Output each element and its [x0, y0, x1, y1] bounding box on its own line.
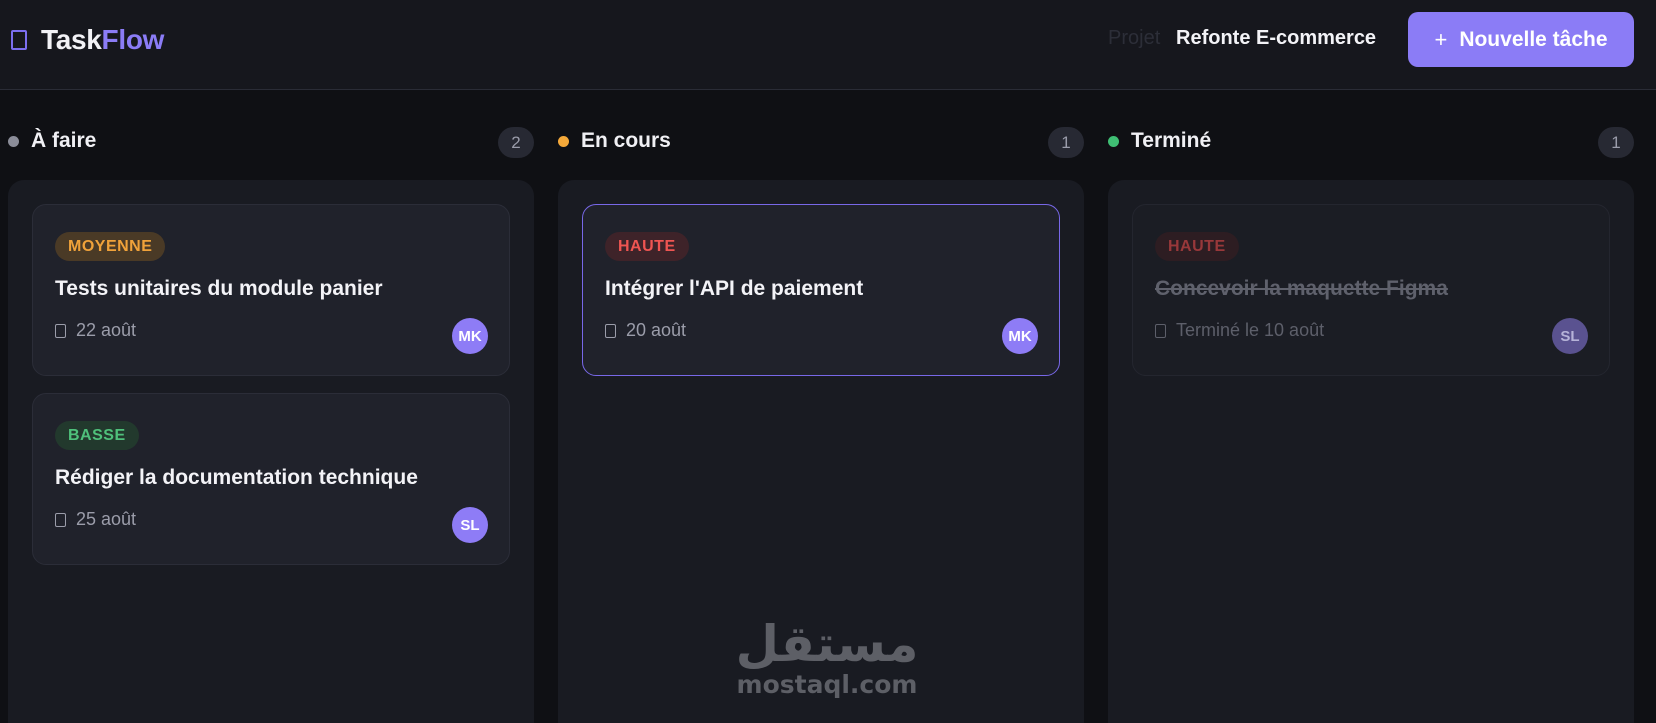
- column-count-badge: 1: [1598, 127, 1634, 158]
- watermark-arabic: مستقل: [735, 615, 919, 673]
- new-task-button[interactable]: + Nouvelle tâche: [1408, 12, 1634, 67]
- column-header: En cours 1: [558, 120, 1084, 160]
- priority-badge: HAUTE: [605, 232, 689, 261]
- due-date-text: 25 août: [76, 509, 137, 529]
- completed-date-text: Terminé le 10 août: [1176, 320, 1325, 340]
- column-title: À faire: [31, 129, 97, 152]
- column-count-badge: 1: [1048, 127, 1084, 158]
- due-date: 25 août: [55, 509, 136, 530]
- status-dot: [558, 136, 569, 147]
- logo-text: TaskFlow: [41, 24, 164, 56]
- task-card[interactable]: HAUTE Intégrer l'API de paiement 20 août…: [582, 204, 1060, 376]
- avatar[interactable]: SL: [1552, 318, 1588, 354]
- project-label: Projet: [1108, 27, 1161, 49]
- due-date: Terminé le 10 août: [1155, 320, 1324, 341]
- column-header: Terminé 1: [1108, 120, 1634, 160]
- due-date: 22 août: [55, 320, 136, 341]
- priority-badge: BASSE: [55, 421, 139, 450]
- priority-badge: HAUTE: [1155, 232, 1239, 261]
- column-header: À faire 2: [8, 120, 534, 160]
- calendar-icon: [55, 323, 66, 338]
- project-selector[interactable]: Refonte E-commerce: [1176, 27, 1376, 50]
- due-date: 20 août: [605, 320, 686, 341]
- column-done: Terminé 1 HAUTE Concevoir la maquette Fi…: [1108, 120, 1634, 723]
- task-title: Concevoir la maquette Figma: [1155, 277, 1448, 300]
- watermark-latin: mostaql.com: [736, 670, 918, 699]
- task-card[interactable]: BASSE Rédiger la documentation technique…: [32, 393, 510, 565]
- status-dot: [1108, 136, 1119, 147]
- column-dropzone[interactable]: HAUTE Concevoir la maquette Figma Termin…: [1108, 180, 1634, 723]
- column-todo: À faire 2 MOYENNE Tests unitaires du mod…: [8, 120, 534, 723]
- calendar-icon: [1155, 323, 1166, 338]
- column-title: Terminé: [1131, 129, 1212, 152]
- avatar[interactable]: SL: [452, 507, 488, 543]
- plus-icon: +: [1434, 26, 1448, 52]
- due-date-text: 22 août: [76, 320, 137, 340]
- priority-badge: MOYENNE: [55, 232, 166, 261]
- watermark: مستقل mostaql.com: [732, 618, 922, 700]
- due-date-text: 20 août: [626, 320, 687, 340]
- task-title: Intégrer l'API de paiement: [605, 277, 864, 300]
- task-title: Tests unitaires du module panier: [55, 277, 383, 300]
- status-dot: [8, 136, 19, 147]
- logo-flow-part: Flow: [101, 24, 165, 55]
- board-icon: [11, 30, 27, 50]
- avatar[interactable]: MK: [452, 318, 488, 354]
- calendar-icon: [605, 323, 616, 338]
- logo-task-part: Task: [41, 24, 102, 55]
- logo[interactable]: TaskFlow: [11, 22, 164, 58]
- app-header: TaskFlow Projet Refonte E-commerce + Nou…: [0, 0, 1656, 90]
- new-task-label: Nouvelle tâche: [1459, 27, 1608, 51]
- column-dropzone[interactable]: MOYENNE Tests unitaires du module panier…: [8, 180, 534, 723]
- task-card[interactable]: MOYENNE Tests unitaires du module panier…: [32, 204, 510, 376]
- column-count-badge: 2: [498, 127, 534, 158]
- column-title: En cours: [581, 129, 671, 152]
- task-card[interactable]: HAUTE Concevoir la maquette Figma Termin…: [1132, 204, 1610, 376]
- task-title: Rédiger la documentation technique: [55, 466, 418, 489]
- calendar-icon: [55, 512, 66, 527]
- avatar[interactable]: MK: [1002, 318, 1038, 354]
